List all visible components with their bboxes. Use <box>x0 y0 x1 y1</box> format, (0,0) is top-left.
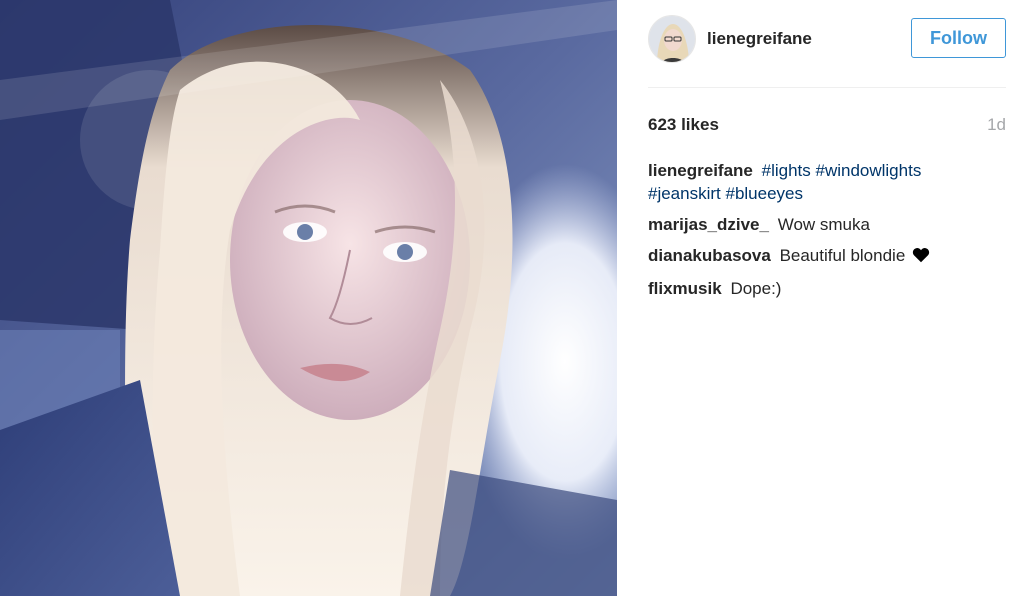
header-divider <box>648 87 1006 88</box>
post-time[interactable]: 1d <box>987 115 1006 135</box>
follow-button[interactable]: Follow <box>911 18 1006 58</box>
hashtag-link[interactable]: #windowlights <box>815 161 921 180</box>
hashtag-link[interactable]: #blueeyes <box>726 184 804 203</box>
comment-item: dianakubasova Beautiful blondie <box>648 244 1006 269</box>
black-heart-icon <box>912 246 930 269</box>
comments-list: lienegreifane #lights #windowlights #jea… <box>648 159 1006 308</box>
comment-author[interactable]: dianakubasova <box>648 246 771 265</box>
comment-text: Wow smuka <box>777 215 870 234</box>
caption-author[interactable]: lienegreifane <box>648 161 753 180</box>
post-photo[interactable] <box>0 0 617 596</box>
avatar[interactable] <box>648 15 696 63</box>
hashtag-link[interactable]: #jeanskirt <box>648 184 721 203</box>
post-username[interactable]: lienegreifane <box>707 29 812 49</box>
post-sidebar: lienegreifane Follow 623 likes 1d lieneg… <box>617 0 1018 596</box>
comment-text: Dope:) <box>730 279 782 298</box>
likes-count[interactable]: 623 likes <box>648 115 719 135</box>
caption: lienegreifane #lights #windowlights #jea… <box>648 159 1006 205</box>
likes-row: 623 likes 1d <box>648 113 1006 137</box>
comment-author[interactable]: flixmusik <box>648 279 722 298</box>
comment-item: marijas_dzive_ Wow smuka <box>648 213 1006 236</box>
hashtag-link[interactable]: #lights <box>762 161 811 180</box>
comment-text: Beautiful blondie <box>779 246 906 265</box>
post-header: lienegreifane Follow <box>648 13 1006 65</box>
comment-item: flixmusik Dope:) <box>648 277 1006 300</box>
comment-author[interactable]: marijas_dzive_ <box>648 215 769 234</box>
